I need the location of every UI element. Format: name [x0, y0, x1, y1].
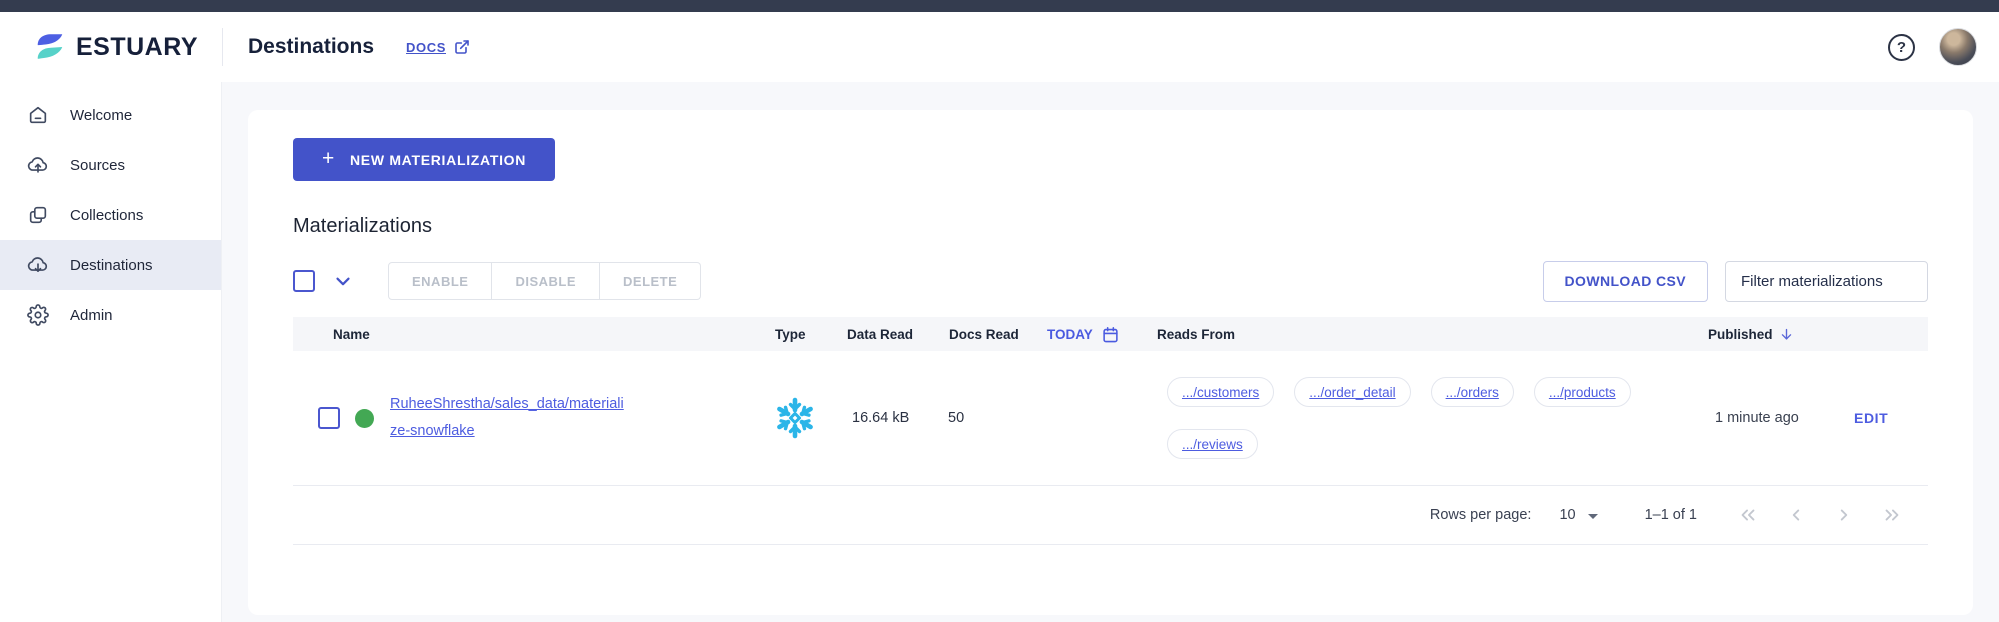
download-csv-button[interactable]: DOWNLOAD CSV: [1542, 260, 1708, 302]
collection-chip[interactable]: .../order_detail: [1294, 377, 1411, 407]
sidebar-item-destinations[interactable]: Destinations: [0, 240, 221, 290]
brand-logo[interactable]: ESTUARY: [0, 30, 222, 64]
home-icon: [27, 104, 49, 126]
calendar-icon: [1102, 326, 1119, 343]
docs-link-label: DOCS: [406, 39, 446, 55]
user-avatar[interactable]: [1939, 28, 1977, 66]
reads-from-chips: .../customers .../order_detail .../order…: [1167, 377, 1690, 459]
next-page-button[interactable]: [1833, 504, 1855, 526]
sidebar-item-label: Welcome: [70, 106, 133, 124]
materializations-card: + NEW MATERIALIZATION Materializations E…: [248, 110, 1973, 615]
main-content: + NEW MATERIALIZATION Materializations E…: [222, 82, 1999, 622]
sidebar-item-label: Admin: [70, 306, 113, 324]
bulk-action-group: ENABLE DISABLE DELETE: [388, 262, 702, 300]
rows-per-page-value: 10: [1559, 507, 1576, 523]
chevron-down-icon[interactable]: [332, 270, 354, 292]
sidebar-item-welcome[interactable]: Welcome: [0, 90, 221, 140]
enable-button[interactable]: ENABLE: [388, 262, 493, 300]
column-header-published[interactable]: Published: [1690, 327, 1830, 342]
brand-name: ESTUARY: [76, 32, 199, 61]
table-row: RuheeShrestha/sales_data/materialize-sno…: [293, 351, 1928, 486]
collection-chip[interactable]: .../orders: [1430, 377, 1514, 407]
stats-range-selector[interactable]: TODAY: [1035, 326, 1145, 343]
delete-button[interactable]: DELETE: [600, 262, 702, 300]
question-mark-icon: ?: [1896, 38, 1907, 56]
rows-per-page-select[interactable]: 10: [1559, 507, 1598, 523]
gear-icon: [27, 304, 49, 326]
last-page-button[interactable]: [1881, 504, 1903, 526]
rows-per-page-label: Rows per page:: [1429, 507, 1532, 523]
sidebar-item-collections[interactable]: Collections: [0, 190, 221, 240]
filter-materializations-input[interactable]: [1725, 260, 1928, 302]
top-accent-bar: [0, 0, 1999, 12]
column-header-data-read[interactable]: Data Read: [835, 327, 940, 342]
materializations-table: Name Type Data Read Docs Read TODAY Read…: [293, 317, 1928, 545]
collection-chip-label: .../orders: [1445, 384, 1499, 400]
sidebar: Welcome Sources Collections Destinations…: [0, 82, 222, 622]
cloud-download-icon: [27, 254, 49, 276]
sidebar-item-label: Collections: [70, 206, 144, 224]
column-header-name[interactable]: Name: [293, 327, 745, 342]
sidebar-item-admin[interactable]: Admin: [0, 290, 221, 340]
help-button[interactable]: ?: [1888, 33, 1915, 61]
collection-chip[interactable]: .../reviews: [1167, 429, 1258, 459]
snowflake-connector-icon: [773, 396, 817, 440]
sidebar-item-label: Destinations: [70, 256, 153, 274]
estuary-logo-icon: [33, 30, 67, 64]
previous-page-button[interactable]: [1785, 504, 1807, 526]
sidebar-item-label: Sources: [70, 156, 126, 174]
collection-chip-label: .../products: [1548, 384, 1616, 400]
column-header-type[interactable]: Type: [745, 327, 835, 342]
cloud-upload-icon: [27, 154, 49, 176]
data-read-value: 16.64 kB: [852, 410, 910, 426]
today-label: TODAY: [1047, 326, 1093, 342]
status-dot: [355, 408, 374, 428]
edit-link[interactable]: EDIT: [1854, 410, 1888, 426]
docs-link[interactable]: DOCS: [406, 39, 470, 55]
sidebar-item-sources[interactable]: Sources: [0, 140, 221, 190]
sort-descending-arrow-icon: [1779, 327, 1794, 342]
disable-button[interactable]: DISABLE: [492, 262, 601, 300]
new-materialization-label: NEW MATERIALIZATION: [349, 151, 527, 168]
app-header: ESTUARY Destinations DOCS ?: [0, 12, 1999, 82]
table-toolbar: ENABLE DISABLE DELETE DOWNLOAD CSV: [293, 257, 1928, 305]
select-all-checkbox[interactable]: [293, 270, 315, 292]
column-header-docs-read[interactable]: Docs Read: [940, 327, 1035, 342]
published-value: 1 minute ago: [1715, 410, 1799, 426]
column-header-reads-from: Reads From: [1157, 326, 1236, 342]
collection-chip[interactable]: .../products: [1533, 377, 1631, 407]
collection-chip-label: .../customers: [1182, 384, 1260, 400]
published-label: Published: [1708, 326, 1773, 342]
new-materialization-button[interactable]: + NEW MATERIALIZATION: [293, 138, 556, 181]
page-title: Destinations: [248, 35, 375, 58]
pagination-bar: Rows per page: 10 1–1 of 1: [293, 486, 1928, 545]
row-checkbox[interactable]: [318, 407, 340, 429]
collection-chip-label: .../order_detail: [1309, 384, 1396, 400]
dropdown-arrow-icon: [1587, 513, 1598, 519]
table-header-row: Name Type Data Read Docs Read TODAY Read…: [293, 317, 1928, 351]
external-link-icon: [454, 39, 470, 55]
collection-chip[interactable]: .../customers: [1167, 377, 1275, 407]
pagination-range: 1–1 of 1: [1644, 507, 1697, 523]
section-title: Materializations: [293, 215, 432, 237]
collections-icon: [27, 204, 49, 226]
docs-read-value: 50: [948, 410, 965, 426]
first-page-button[interactable]: [1737, 504, 1759, 526]
collection-chip-label: .../reviews: [1182, 436, 1243, 452]
header-divider: [222, 28, 223, 66]
materialization-name-link[interactable]: RuheeShrestha/sales_data/materialize-sno…: [390, 391, 628, 445]
plus-icon: +: [322, 147, 335, 170]
